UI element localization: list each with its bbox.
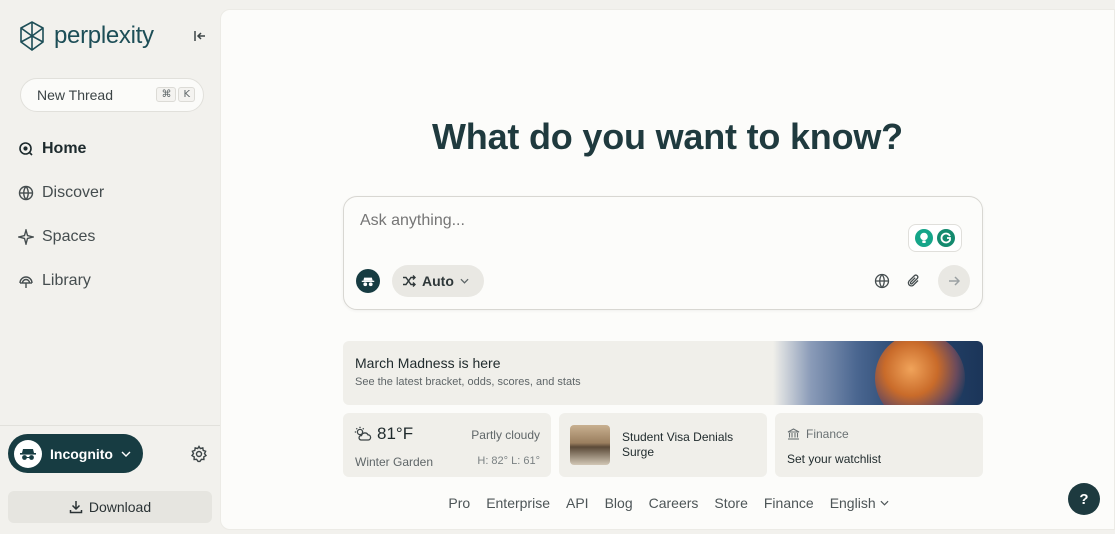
footer-link-finance[interactable]: Finance — [764, 495, 814, 511]
download-icon — [69, 501, 83, 514]
collapse-left-icon — [194, 31, 205, 41]
promo-banner[interactable]: March Madness is here See the latest bra… — [343, 341, 983, 405]
footer-link-pro[interactable]: Pro — [448, 495, 470, 511]
settings-button[interactable] — [190, 445, 208, 463]
sidebar-item-spaces[interactable]: Spaces — [18, 228, 95, 246]
chevron-down-icon — [880, 500, 889, 506]
submit-button[interactable] — [938, 265, 970, 297]
promo-subtitle: See the latest bracket, odds, scores, an… — [355, 376, 581, 388]
sidebar-item-label: Spaces — [42, 228, 96, 245]
sidebar-item-label: Home — [42, 140, 87, 157]
finance-card[interactable]: Finance Set your watchlist — [775, 413, 983, 477]
incognito-icon — [20, 448, 36, 460]
bank-icon — [787, 428, 800, 440]
shortcut-hint: ⌘ K — [156, 87, 195, 102]
footer-link-api[interactable]: API — [566, 495, 589, 511]
footer-link-careers[interactable]: Careers — [649, 495, 699, 511]
chevron-down-icon — [121, 451, 131, 457]
globe-icon — [874, 273, 890, 289]
weather-condition: Partly cloudy — [471, 428, 540, 442]
sidebar-item-label: Library — [42, 272, 91, 289]
sidebar: perplexity New Thread ⌘ K Home Discover — [0, 0, 220, 534]
sidebar-item-discover[interactable]: Discover — [18, 184, 104, 202]
footer-link-blog[interactable]: Blog — [605, 495, 633, 511]
divider — [0, 425, 220, 426]
weather-location: Winter Garden — [355, 455, 434, 469]
attach-button[interactable] — [906, 273, 922, 289]
web-source-button[interactable] — [874, 273, 890, 289]
download-label: Download — [88, 499, 152, 515]
search-circle-icon — [19, 142, 33, 156]
news-title: Student Visa Denials Surge — [622, 430, 734, 459]
weather-high-low: H: 82° L: 61° — [477, 455, 540, 467]
weather-card[interactable]: 81°F Partly cloudy Winter Garden H: 82° … — [343, 413, 551, 477]
main-panel: What do you want to know? Au — [220, 9, 1115, 530]
arrow-right-icon — [949, 276, 960, 286]
finance-subtitle: Set your watchlist — [787, 452, 882, 466]
collapse-sidebar-button[interactable] — [190, 27, 210, 45]
news-thumbnail — [570, 425, 610, 465]
language-selector[interactable]: English — [830, 495, 889, 511]
download-button[interactable]: Download — [8, 491, 212, 523]
library-icon — [19, 276, 33, 288]
account-label: Incognito — [50, 445, 113, 462]
help-button[interactable]: ? — [1068, 483, 1100, 515]
new-thread-button[interactable]: New Thread ⌘ K — [20, 78, 204, 112]
logo-text: perplexity — [54, 22, 154, 49]
shortcut-key-k: K — [178, 87, 195, 102]
grammarly-icon — [937, 229, 955, 247]
weather-temp: 81°F — [377, 424, 414, 443]
paperclip-icon — [907, 274, 919, 287]
globe-icon — [18, 185, 34, 201]
app-root: perplexity New Thread ⌘ K Home Discover — [0, 0, 1115, 534]
footer-link-enterprise[interactable]: Enterprise — [486, 495, 550, 511]
shortcut-key-cmd: ⌘ — [156, 87, 177, 102]
language-label: English — [829, 495, 876, 511]
footer-link-store[interactable]: Store — [714, 495, 747, 511]
bulb-icon — [915, 229, 933, 247]
incognito-mode-button[interactable] — [356, 269, 380, 293]
finance-header: Finance — [787, 427, 849, 441]
gear-icon — [190, 445, 208, 463]
finance-title: Finance — [806, 427, 849, 441]
incognito-icon — [361, 277, 375, 286]
sidebar-item-home[interactable]: Home — [18, 140, 86, 158]
search-input[interactable] — [360, 212, 880, 230]
shuffle-icon — [403, 275, 416, 287]
mode-selector[interactable]: Auto — [392, 265, 484, 297]
account-switcher[interactable]: Incognito — [8, 434, 143, 473]
sidebar-item-library[interactable]: Library — [18, 272, 91, 290]
page-title: What do you want to know? — [432, 116, 903, 157]
ask-box: Auto — [343, 196, 983, 310]
chevron-down-icon — [460, 278, 469, 284]
footer-links: Pro Enterprise API Blog Careers Store Fi… — [221, 495, 1114, 511]
partly-cloudy-icon — [354, 426, 372, 441]
promo-image — [773, 341, 983, 405]
promo-title: March Madness is here — [355, 355, 501, 371]
sparkle-icon — [18, 229, 34, 245]
perplexity-logo-icon — [20, 21, 44, 51]
new-thread-label: New Thread — [37, 87, 114, 103]
sidebar-item-label: Discover — [42, 184, 105, 201]
news-card[interactable]: Student Visa Denials Surge — [559, 413, 767, 477]
incognito-avatar — [14, 439, 42, 468]
mode-label: Auto — [422, 273, 454, 289]
grammarly-widget[interactable] — [908, 224, 962, 252]
logo[interactable]: perplexity — [18, 20, 154, 52]
